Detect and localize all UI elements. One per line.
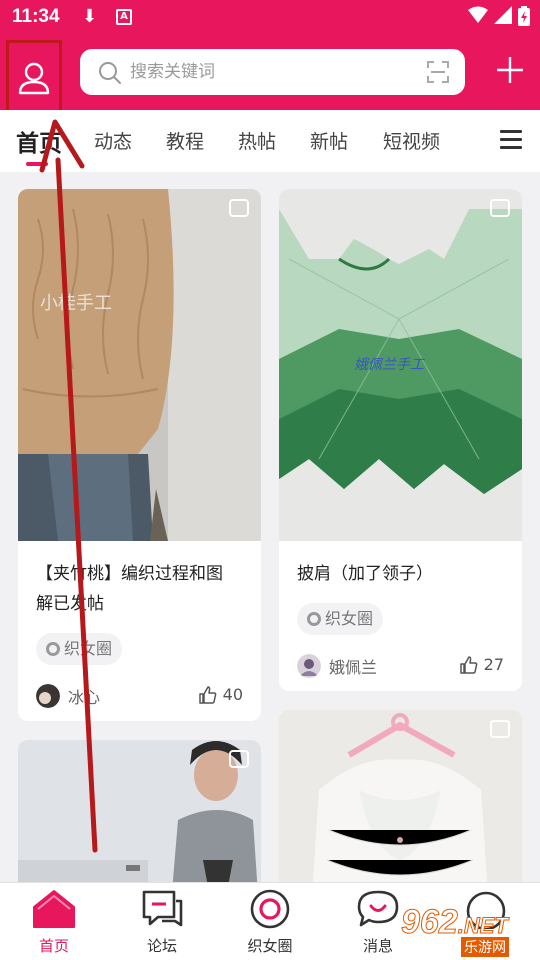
avatar <box>297 654 321 678</box>
status-time: 11:34 <box>12 6 60 27</box>
like-button[interactable]: 27 <box>459 655 504 674</box>
post-author[interactable]: 冰心 <box>36 684 100 708</box>
watermark-sub: 乐游网 <box>461 937 509 957</box>
wifi-icon <box>468 6 488 23</box>
post-card[interactable] <box>279 710 522 882</box>
multi-image-icon <box>490 199 510 217</box>
forum-icon <box>142 890 183 927</box>
menu-icon-line <box>500 146 522 149</box>
nav-circle[interactable]: 织女圈 <box>230 889 310 956</box>
post-image: 小桂手工 <box>18 189 261 541</box>
app-notification-icon: A <box>116 9 132 25</box>
circle-tag-label: 织女圈 <box>64 639 113 658</box>
circle-tag-icon <box>307 612 321 626</box>
avatar <box>36 684 60 708</box>
post-title-line: 解已发帖 <box>36 594 104 614</box>
circle-icon <box>250 889 290 929</box>
circle-tag[interactable]: 织女圈 <box>297 603 384 635</box>
tab-new[interactable]: 新帖 <box>310 127 348 154</box>
status-bar: 11:34 ⬇ A <box>0 0 540 36</box>
nav-home-label: 首页 <box>38 937 69 955</box>
site-watermark: 962.NET 乐游网 <box>401 903 536 957</box>
tab-tutorial[interactable]: 教程 <box>166 127 204 154</box>
profile-button[interactable] <box>6 40 62 116</box>
post-image <box>279 710 522 882</box>
like-count: 40 <box>222 685 243 704</box>
search-bar[interactable] <box>80 49 465 95</box>
watermark-suffix: .NET <box>457 913 508 939</box>
post-card[interactable] <box>18 740 261 882</box>
plus-icon <box>497 57 523 83</box>
scan-icon[interactable] <box>427 61 449 83</box>
post-image: 娥佩兰手工 <box>279 189 522 541</box>
image-watermark-text: 小桂手工 <box>40 293 112 314</box>
post-card[interactable]: 小桂手工 【夹竹桃】编织过程和图 解已发帖 织女圈 冰心 40 <box>18 189 261 721</box>
thumbs-up-icon <box>198 685 217 704</box>
search-icon <box>99 62 121 84</box>
post-title-line: 【夹竹桃】编织过程和图 <box>36 564 223 584</box>
menu-icon-line <box>500 130 522 133</box>
active-tab-indicator <box>26 162 48 166</box>
signal-icon <box>494 6 512 24</box>
image-watermark-text: 娥佩兰手工 <box>354 357 426 373</box>
search-input[interactable] <box>130 57 390 87</box>
post-title: 披肩（加了领子） <box>297 564 433 584</box>
nav-forum[interactable]: 论坛 <box>122 889 202 956</box>
tab-home[interactable]: 首页 <box>16 124 62 158</box>
message-icon <box>357 890 399 927</box>
download-icon: ⬇ <box>82 6 98 27</box>
nav-circle-label: 织女圈 <box>247 937 293 955</box>
system-icons <box>468 6 530 26</box>
tab-hot[interactable]: 热帖 <box>238 127 276 154</box>
watermark-number: 962 <box>401 903 459 942</box>
multi-image-icon <box>229 199 249 217</box>
tabs-fade <box>460 110 490 172</box>
tab-short-video[interactable]: 短视频 <box>383 127 440 154</box>
add-post-button[interactable] <box>494 52 526 92</box>
nav-home[interactable]: 首页 <box>14 889 94 956</box>
author-name: 冰心 <box>68 688 101 707</box>
like-count: 27 <box>483 655 504 674</box>
app-header <box>0 36 540 116</box>
nav-forum-label: 论坛 <box>146 937 177 955</box>
author-name: 娥佩兰 <box>329 658 378 677</box>
menu-icon-line <box>500 138 522 141</box>
user-icon <box>18 62 50 95</box>
menu-button[interactable] <box>500 130 522 154</box>
post-card[interactable]: 娥佩兰手工 披肩（加了领子） 织女圈 娥佩兰 27 <box>279 189 522 691</box>
circle-tag-label: 织女圈 <box>325 609 374 628</box>
post-title: 【夹竹桃】编织过程和图 解已发帖 <box>36 559 246 619</box>
thumbs-up-icon <box>459 655 478 674</box>
post-author[interactable]: 娥佩兰 <box>297 654 377 678</box>
like-button[interactable]: 40 <box>198 685 243 704</box>
tab-dynamic[interactable]: 动态 <box>94 127 132 154</box>
circle-tag-icon <box>46 642 60 656</box>
battery-icon <box>518 6 530 26</box>
category-tabs: 首页 动态 教程 热帖 新帖 短视频 <box>0 110 540 172</box>
home-icon <box>33 890 75 928</box>
post-image <box>18 740 261 882</box>
multi-image-icon <box>490 720 510 738</box>
circle-tag[interactable]: 织女圈 <box>36 633 123 665</box>
post-feed: 小桂手工 【夹竹桃】编织过程和图 解已发帖 织女圈 冰心 40 娥佩兰手工 披肩… <box>0 172 540 882</box>
multi-image-icon <box>229 750 249 768</box>
